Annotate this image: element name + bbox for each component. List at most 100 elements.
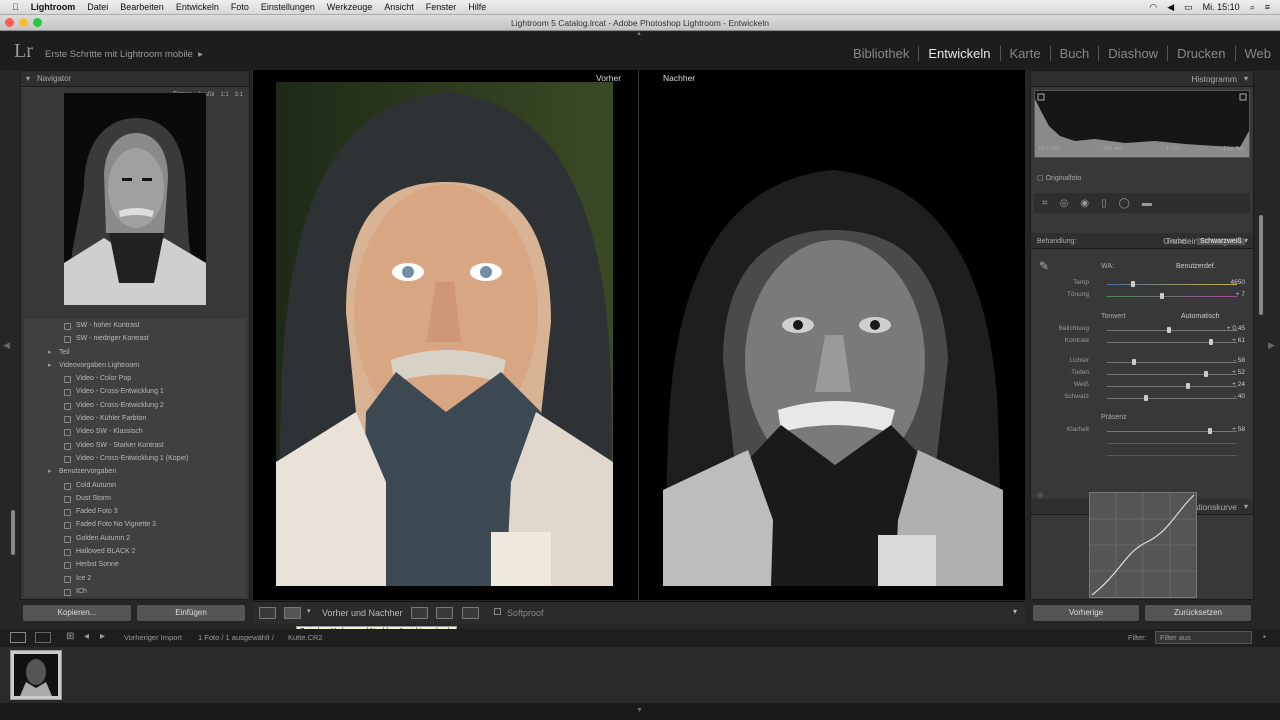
menu-foto[interactable]: Foto (231, 2, 249, 12)
navigator-header[interactable]: ▾ Navigator Einpas Ausfül 1:1 3:1 (21, 71, 249, 98)
clarity-slider[interactable]: Klarheit + 58 (1037, 426, 1247, 437)
tone-slider-value[interactable]: + 61 (1232, 337, 1245, 344)
close-window-button[interactable] (5, 18, 14, 27)
clock[interactable]: Mi. 15:10 (1203, 2, 1240, 12)
menu-hilfe[interactable]: Hilfe (468, 2, 486, 12)
preset-item[interactable]: Herbst Sonne (24, 558, 246, 571)
module-buch[interactable]: Buch (1051, 46, 1100, 61)
preset-folder[interactable]: Benutzervorgaben (24, 465, 246, 479)
before-after-view-icon[interactable] (284, 607, 301, 619)
view-dropdown-icon[interactable]: ▾ (307, 607, 311, 615)
clarity-value[interactable]: + 58 (1232, 426, 1245, 433)
preset-item[interactable]: ICh (24, 585, 246, 597)
preset-item[interactable]: Hallowed BLACK 2 (24, 545, 246, 558)
right-scrollbar[interactable] (1259, 215, 1263, 315)
menu-bearbeiten[interactable]: Bearbeiten (120, 2, 164, 12)
preset-item[interactable]: Video - Kühler Farbton (24, 412, 246, 425)
volume-icon[interactable]: ◀ (1167, 2, 1174, 13)
preset-item[interactable]: Video - Color Pop (24, 372, 246, 385)
preset-item[interactable]: Ice 2 (24, 572, 246, 585)
original-photo-checkbox[interactable]: ▢ (1037, 175, 1046, 182)
module-entwickeln[interactable]: Entwickeln (919, 46, 1001, 61)
zoom-3-1[interactable]: 3:1 (235, 87, 243, 103)
tone-slider-knob[interactable] (1167, 327, 1172, 333)
collapse-bottom-icon[interactable]: ▼ (636, 707, 643, 714)
module-web[interactable]: Web (1236, 46, 1280, 61)
filter-select[interactable]: Filter aus (1155, 631, 1252, 644)
battery-icon[interactable]: ▭ (1184, 2, 1193, 13)
tone-slider[interactable]: Weiß + 24 (1037, 381, 1247, 392)
auto-tone-button[interactable]: Automatisch (1181, 313, 1220, 320)
module-karte[interactable]: Karte (1001, 46, 1051, 61)
tone-slider[interactable]: Kontrast + 61 (1037, 337, 1247, 348)
swap-before-after-icon[interactable] (462, 607, 479, 619)
loupe-view-icon[interactable] (259, 607, 276, 619)
adjustment-brush-icon[interactable]: ▬ (1142, 198, 1152, 209)
collapse-top-icon[interactable]: ▲ (636, 31, 642, 37)
catalog-name[interactable]: Erste Schritte mit Lightroom mobile ▸ (45, 49, 203, 60)
left-scrollbar[interactable] (11, 510, 15, 555)
graduated-filter-icon[interactable]: ▯ (1101, 198, 1107, 209)
forward-arrow-icon[interactable]: ▸ (100, 631, 105, 642)
preset-folder[interactable]: Videovorgaben Lightroom (24, 359, 246, 373)
menu-lightroom[interactable]: Lightroom (31, 2, 76, 12)
tone-slider[interactable]: Lichter - 58 (1037, 357, 1247, 368)
tone-slider-value[interactable]: - 58 (1234, 357, 1245, 364)
spot-removal-icon[interactable]: ◎ (1060, 198, 1069, 209)
tone-slider[interactable]: Tiefen + 52 (1037, 369, 1247, 380)
filmstrip-source[interactable]: Vorheriger Import (124, 633, 182, 642)
crop-tool-icon[interactable]: ⌗ (1042, 198, 1048, 209)
tint-value[interactable]: + 7 (1236, 291, 1245, 298)
minimize-window-button[interactable] (19, 18, 28, 27)
histogram-header[interactable]: Histogramm (1031, 71, 1253, 87)
wb-eyedropper-icon[interactable]: ✎ (1039, 259, 1049, 273)
preset-item[interactable]: Video SW - Klassisch (24, 425, 246, 438)
module-bibliothek[interactable]: Bibliothek (844, 46, 920, 61)
preset-item[interactable]: Video SW - Starker Kontrast (24, 439, 246, 452)
module-drucken[interactable]: Drucken (1168, 46, 1236, 61)
second-window-icon[interactable] (35, 632, 51, 643)
copy-button[interactable]: Kopieren... (23, 605, 131, 621)
filter-lock-icon[interactable]: ▪ (1263, 632, 1266, 641)
preset-folder[interactable]: Teil (24, 346, 246, 360)
navigator-preview[interactable] (64, 93, 206, 305)
collapse-right-icon[interactable]: ▶ (1268, 340, 1275, 351)
preset-item[interactable]: SW - hoher Kontrast (24, 319, 246, 332)
copy-after-to-before-icon[interactable] (436, 607, 453, 619)
previous-button[interactable]: Vorherige (1033, 605, 1139, 621)
preset-item[interactable]: SW - niedriger Kontrast (24, 332, 246, 345)
apple-icon[interactable]:  (12, 2, 19, 12)
main-window-icon[interactable] (10, 632, 26, 643)
tint-knob[interactable] (1160, 293, 1164, 299)
clarity-knob[interactable] (1207, 428, 1212, 434)
temp-slider[interactable]: Temp 4650 (1037, 279, 1247, 290)
tint-slider[interactable]: Tönung + 7 (1037, 291, 1247, 302)
back-arrow-icon[interactable]: ◂ (84, 631, 89, 642)
tone-slider-knob[interactable] (1144, 395, 1148, 401)
search-icon[interactable]: ⌕ (1250, 2, 1255, 13)
original-photo-toggle[interactable]: ▢ Originalfoto (1037, 174, 1081, 182)
after-photo[interactable] (663, 160, 1003, 586)
menu-ansicht[interactable]: Ansicht (384, 2, 414, 12)
collapse-left-icon[interactable]: ◀ (3, 340, 10, 351)
tone-slider-knob[interactable] (1132, 359, 1137, 365)
menu-werkzeuge[interactable]: Werkzeuge (327, 2, 372, 12)
paste-button[interactable]: Einfügen (137, 605, 245, 621)
wb-value[interactable]: Benutzerdef. (1176, 263, 1216, 270)
copy-before-to-after-icon[interactable] (411, 607, 428, 619)
preset-item[interactable]: Dust Storm (24, 492, 246, 505)
preset-item[interactable]: Faded Foto No Vignette 3 (24, 518, 246, 531)
menu-entwickeln[interactable]: Entwickeln (176, 2, 219, 12)
tone-slider-value[interactable]: + 24 (1232, 381, 1245, 388)
tone-slider-value[interactable]: - 40 (1234, 393, 1245, 400)
tone-slider-knob[interactable] (1209, 339, 1213, 345)
tone-curve[interactable] (1089, 492, 1197, 598)
preset-item[interactable]: Video - Cross-Entwicklung 1 (Kopie) (24, 452, 246, 465)
wifi-icon[interactable]: ◠ (1149, 2, 1157, 13)
menu-datei[interactable]: Datei (87, 2, 108, 12)
module-diashow[interactable]: Diashow (1099, 46, 1169, 61)
tone-slider-value[interactable]: + 0,45 (1227, 325, 1245, 332)
preset-item[interactable]: Golden Autumn 2 (24, 532, 246, 545)
tone-slider-knob[interactable] (1185, 383, 1190, 389)
red-eye-icon[interactable]: ◉ (1080, 198, 1089, 209)
